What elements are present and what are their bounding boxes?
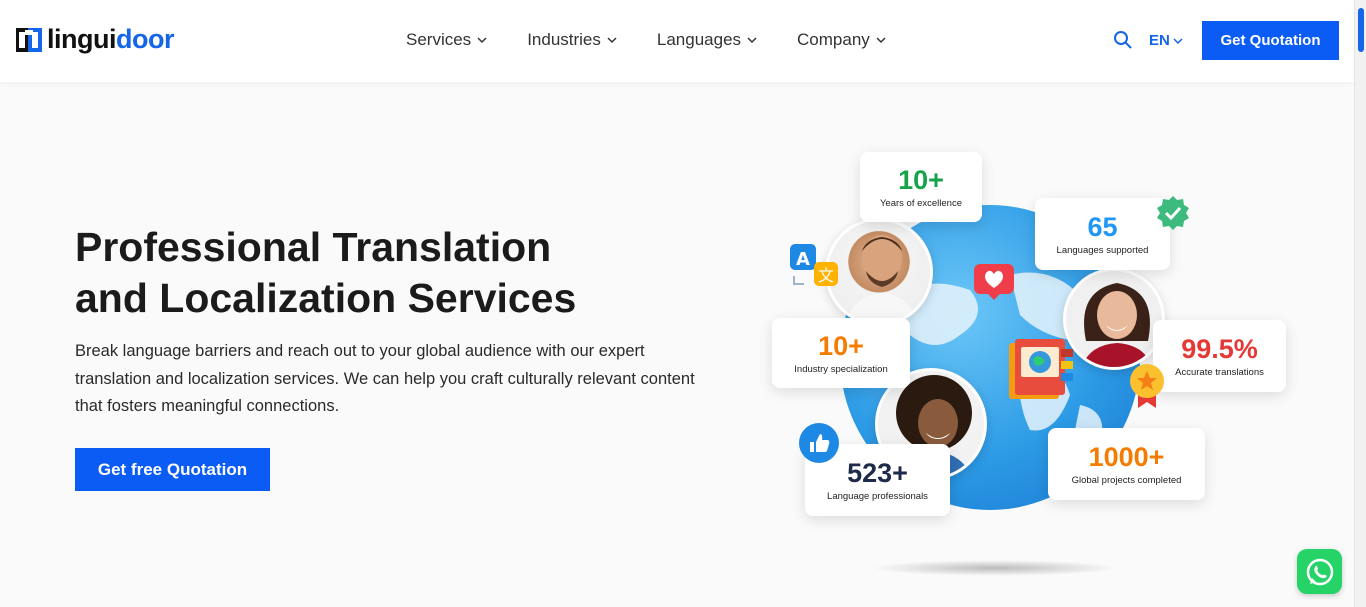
stat-value: 10+ (818, 331, 864, 361)
nav-item-label: Industries (527, 30, 601, 49)
stat-value: 99.5% (1181, 334, 1258, 364)
stat-value: 1000+ (1088, 442, 1165, 472)
stat-label: Accurate translations (1175, 367, 1264, 378)
svg-text:文: 文 (818, 266, 834, 285)
stat-label: Global projects completed (1071, 475, 1182, 486)
get-free-quotation-button[interactable]: Get free Quotation (75, 448, 270, 491)
get-quotation-button[interactable]: Get Quotation (1202, 21, 1339, 60)
site-header: linguidoor Services Industries Languages… (0, 0, 1354, 82)
scrollbar-thumb[interactable] (1358, 8, 1364, 52)
person-icon (1081, 283, 1153, 367)
hero-title: Professional Translation and Localizatio… (75, 222, 695, 324)
translate-icon: A 文 (790, 244, 838, 286)
nav-item-services[interactable]: Services (406, 30, 487, 50)
nav-item-label: Company (797, 30, 870, 49)
main-nav: Services Industries Languages Company (406, 30, 926, 50)
chevron-down-icon (876, 37, 886, 44)
stat-card-languages: 65 Languages supported (1035, 198, 1170, 270)
stat-card-projects: 1000+ Global projects completed (1048, 428, 1205, 500)
stat-label: Languages supported (1056, 245, 1149, 256)
nav-item-industries[interactable]: Industries (527, 30, 617, 50)
nav-item-label: Languages (656, 30, 742, 49)
globe-shadow (870, 560, 1120, 576)
whatsapp-button[interactable] (1297, 549, 1342, 594)
stat-card-industry: 10+ Industry specialization (772, 318, 910, 388)
stat-value: 523+ (847, 458, 908, 488)
stat-label: Industry specialization (794, 364, 888, 375)
stat-value: 10+ (898, 165, 944, 195)
whatsapp-icon (1306, 558, 1333, 585)
nav-item-label: Services (406, 30, 472, 49)
stat-card-years: 10+ Years of excellence (860, 152, 982, 222)
stat-value: 65 (1087, 212, 1118, 242)
chevron-down-icon (477, 37, 487, 44)
nav-item-languages[interactable]: Languages (657, 30, 757, 50)
thumbs-up-icon (799, 423, 839, 463)
logo-text: linguidoor (47, 24, 174, 54)
chevron-down-icon (747, 37, 757, 44)
language-selector[interactable]: EN (1149, 32, 1183, 49)
heart-icon (974, 264, 1014, 300)
nav-item-company[interactable]: Company (797, 30, 886, 50)
hero-title-line2: and Localization Services (75, 275, 577, 321)
stat-card-accuracy: 99.5% Accurate translations (1153, 320, 1286, 392)
verified-badge-icon (1157, 196, 1189, 230)
logo-icon (16, 27, 42, 52)
medal-icon (1130, 364, 1164, 408)
search-icon[interactable] (1113, 30, 1133, 50)
scrollbar[interactable] (1354, 0, 1366, 607)
hero-illustration: 10+ Years of excellence 65 Languages sup… (760, 140, 1300, 590)
book-icon (1009, 339, 1073, 399)
language-label: EN (1149, 32, 1170, 49)
stat-label: Language professionals (827, 491, 928, 502)
avatar-woman (1063, 268, 1165, 370)
svg-text:A: A (796, 249, 810, 270)
hero-description: Break language barriers and reach out to… (75, 342, 695, 415)
chevron-down-icon (1173, 37, 1183, 44)
logo[interactable]: linguidoor (16, 24, 174, 55)
stat-label: Years of excellence (879, 198, 963, 209)
chevron-down-icon (607, 37, 617, 44)
hero-title-line1: Professional Translation (75, 224, 552, 270)
